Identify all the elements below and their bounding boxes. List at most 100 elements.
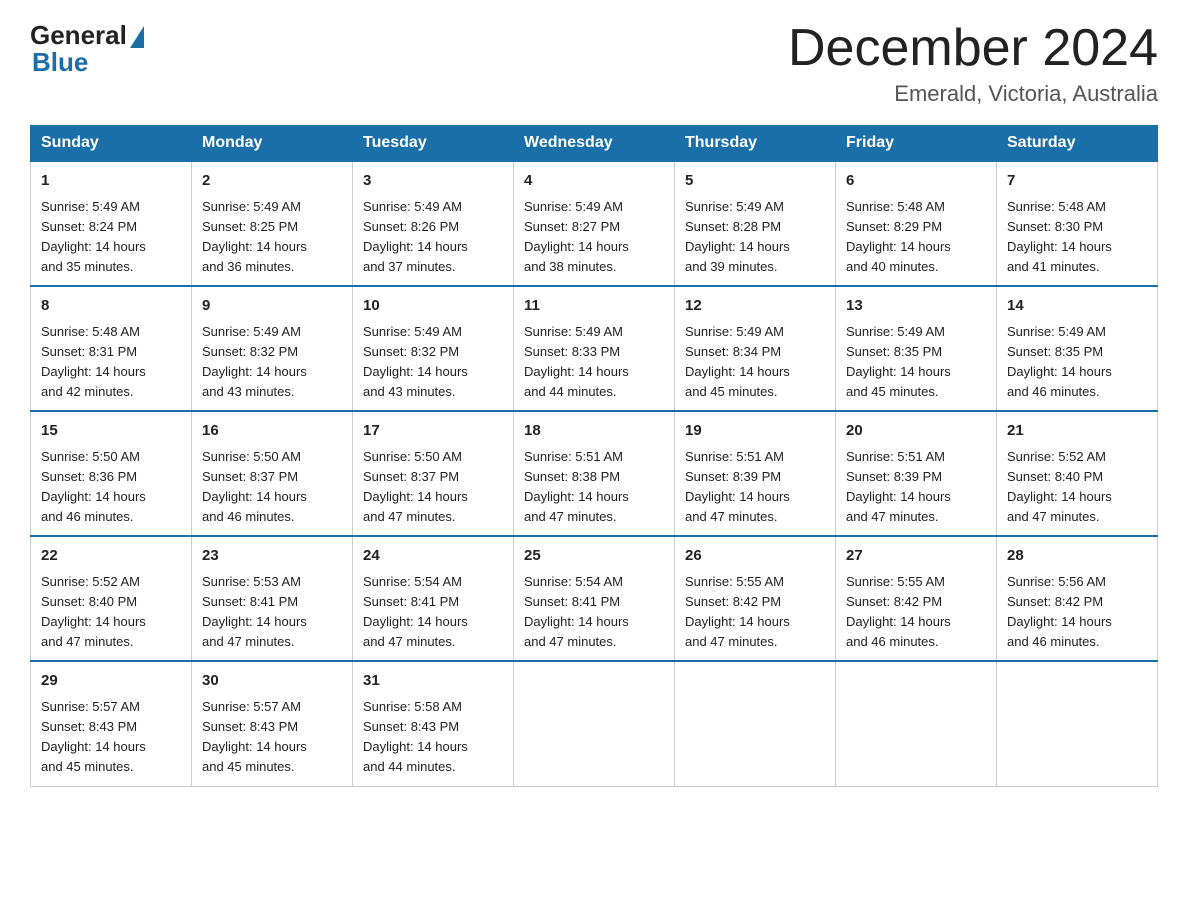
day-info: Sunrise: 5:50 AMSunset: 8:37 PMDaylight:… <box>363 447 503 528</box>
day-info: Sunrise: 5:49 AMSunset: 8:26 PMDaylight:… <box>363 197 503 278</box>
week-row-4: 22 Sunrise: 5:52 AMSunset: 8:40 PMDayligh… <box>31 536 1158 661</box>
day-cell: 18Sunrise: 5:51 AMSunset: 8:38 PMDayligh… <box>514 411 675 536</box>
day-cell: 17 Sunrise: 5:50 AMSunset: 8:37 PMDayligh… <box>353 411 514 536</box>
day-number: 1 <box>41 170 181 193</box>
header-saturday: Saturday <box>997 126 1158 162</box>
day-cell <box>836 661 997 786</box>
day-cell: 19 Sunrise: 5:51 AMSunset: 8:39 PMDayligh… <box>675 411 836 536</box>
day-number: 16 <box>202 420 342 443</box>
calendar-table: SundayMondayTuesdayWednesdayThursdayFrid… <box>30 125 1158 786</box>
week-row-1: 1 Sunrise: 5:49 AMSunset: 8:24 PMDaylight… <box>31 161 1158 286</box>
day-cell: 21 Sunrise: 5:52 AMSunset: 8:40 PMDayligh… <box>997 411 1158 536</box>
day-cell <box>675 661 836 786</box>
day-number: 19 <box>685 420 825 443</box>
day-number: 24 <box>363 545 503 568</box>
day-info: Sunrise: 5:48 AMSunset: 8:30 PMDaylight:… <box>1007 197 1147 278</box>
day-info: Sunrise: 5:56 AMSunset: 8:42 PMDaylight:… <box>1007 572 1147 653</box>
day-info: Sunrise: 5:49 AMSunset: 8:32 PMDaylight:… <box>202 322 342 403</box>
header-sunday: Sunday <box>31 126 192 162</box>
header-thursday: Thursday <box>675 126 836 162</box>
day-info: Sunrise: 5:51 AMSunset: 8:39 PMDaylight:… <box>846 447 986 528</box>
day-number: 18 <box>524 420 664 443</box>
day-number: 12 <box>685 295 825 318</box>
day-info: Sunrise: 5:49 AMSunset: 8:32 PMDaylight:… <box>363 322 503 403</box>
day-number: 4 <box>524 170 664 193</box>
day-info: Sunrise: 5:52 AMSunset: 8:40 PMDaylight:… <box>1007 447 1147 528</box>
day-info: Sunrise: 5:49 AMSunset: 8:25 PMDaylight:… <box>202 197 342 278</box>
day-cell: 9 Sunrise: 5:49 AMSunset: 8:32 PMDaylight… <box>192 286 353 411</box>
day-cell: 22 Sunrise: 5:52 AMSunset: 8:40 PMDayligh… <box>31 536 192 661</box>
day-info: Sunrise: 5:55 AMSunset: 8:42 PMDaylight:… <box>846 572 986 653</box>
day-cell: 25 Sunrise: 5:54 AMSunset: 8:41 PMDayligh… <box>514 536 675 661</box>
day-number: 3 <box>363 170 503 193</box>
day-info: Sunrise: 5:49 AMSunset: 8:33 PMDaylight:… <box>524 322 664 403</box>
day-number: 14 <box>1007 295 1147 318</box>
header-wednesday: Wednesday <box>514 126 675 162</box>
day-cell: 28 Sunrise: 5:56 AMSunset: 8:42 PMDayligh… <box>997 536 1158 661</box>
day-info: Sunrise: 5:49 AMSunset: 8:27 PMDaylight:… <box>524 197 664 278</box>
day-cell <box>514 661 675 786</box>
week-row-2: 8 Sunrise: 5:48 AMSunset: 8:31 PMDaylight… <box>31 286 1158 411</box>
day-number: 22 <box>41 545 181 568</box>
header-monday: Monday <box>192 126 353 162</box>
location-title: Emerald, Victoria, Australia <box>788 81 1158 107</box>
day-number: 10 <box>363 295 503 318</box>
day-cell: 15 Sunrise: 5:50 AMSunset: 8:36 PMDayligh… <box>31 411 192 536</box>
day-cell: 20Sunrise: 5:51 AMSunset: 8:39 PMDayligh… <box>836 411 997 536</box>
day-number: 25 <box>524 545 664 568</box>
day-number: 8 <box>41 295 181 318</box>
header-row: SundayMondayTuesdayWednesdayThursdayFrid… <box>31 126 1158 162</box>
day-info: Sunrise: 5:52 AMSunset: 8:40 PMDaylight:… <box>41 572 181 653</box>
header-tuesday: Tuesday <box>353 126 514 162</box>
day-number: 30 <box>202 670 342 693</box>
day-number: 7 <box>1007 170 1147 193</box>
day-info: Sunrise: 5:49 AMSunset: 8:28 PMDaylight:… <box>685 197 825 278</box>
day-info: Sunrise: 5:48 AMSunset: 8:29 PMDaylight:… <box>846 197 986 278</box>
title-block: December 2024 Emerald, Victoria, Austral… <box>788 20 1158 107</box>
calendar-header: SundayMondayTuesdayWednesdayThursdayFrid… <box>31 126 1158 162</box>
calendar-body: 1 Sunrise: 5:49 AMSunset: 8:24 PMDaylight… <box>31 161 1158 786</box>
day-number: 9 <box>202 295 342 318</box>
day-cell: 14 Sunrise: 5:49 AMSunset: 8:35 PMDayligh… <box>997 286 1158 411</box>
day-info: Sunrise: 5:49 AMSunset: 8:35 PMDaylight:… <box>1007 322 1147 403</box>
day-cell: 3 Sunrise: 5:49 AMSunset: 8:26 PMDaylight… <box>353 161 514 286</box>
week-row-5: 29Sunrise: 5:57 AMSunset: 8:43 PMDayligh… <box>31 661 1158 786</box>
day-info: Sunrise: 5:48 AMSunset: 8:31 PMDaylight:… <box>41 322 181 403</box>
day-info: Sunrise: 5:55 AMSunset: 8:42 PMDaylight:… <box>685 572 825 653</box>
day-info: Sunrise: 5:49 AMSunset: 8:34 PMDaylight:… <box>685 322 825 403</box>
logo-blue-text: Blue <box>32 47 88 78</box>
day-info: Sunrise: 5:57 AMSunset: 8:43 PMDaylight:… <box>41 697 181 778</box>
day-cell: 1 Sunrise: 5:49 AMSunset: 8:24 PMDaylight… <box>31 161 192 286</box>
day-info: Sunrise: 5:51 AMSunset: 8:39 PMDaylight:… <box>685 447 825 528</box>
logo-triangle-icon <box>130 26 144 48</box>
day-cell: 10 Sunrise: 5:49 AMSunset: 8:32 PMDayligh… <box>353 286 514 411</box>
day-number: 27 <box>846 545 986 568</box>
day-number: 6 <box>846 170 986 193</box>
day-cell: 11 Sunrise: 5:49 AMSunset: 8:33 PMDayligh… <box>514 286 675 411</box>
day-cell: 6 Sunrise: 5:48 AMSunset: 8:29 PMDaylight… <box>836 161 997 286</box>
day-cell: 13Sunrise: 5:49 AMSunset: 8:35 PMDayligh… <box>836 286 997 411</box>
day-number: 2 <box>202 170 342 193</box>
day-number: 28 <box>1007 545 1147 568</box>
day-info: Sunrise: 5:54 AMSunset: 8:41 PMDaylight:… <box>363 572 503 653</box>
day-cell: 12 Sunrise: 5:49 AMSunset: 8:34 PMDayligh… <box>675 286 836 411</box>
day-number: 15 <box>41 420 181 443</box>
day-info: Sunrise: 5:53 AMSunset: 8:41 PMDaylight:… <box>202 572 342 653</box>
day-info: Sunrise: 5:50 AMSunset: 8:36 PMDaylight:… <box>41 447 181 528</box>
day-cell: 26Sunrise: 5:55 AMSunset: 8:42 PMDayligh… <box>675 536 836 661</box>
day-info: Sunrise: 5:54 AMSunset: 8:41 PMDaylight:… <box>524 572 664 653</box>
day-cell: 29Sunrise: 5:57 AMSunset: 8:43 PMDayligh… <box>31 661 192 786</box>
week-row-3: 15 Sunrise: 5:50 AMSunset: 8:36 PMDayligh… <box>31 411 1158 536</box>
day-number: 11 <box>524 295 664 318</box>
day-info: Sunrise: 5:49 AMSunset: 8:24 PMDaylight:… <box>41 197 181 278</box>
day-cell: 8 Sunrise: 5:48 AMSunset: 8:31 PMDaylight… <box>31 286 192 411</box>
day-cell: 16 Sunrise: 5:50 AMSunset: 8:37 PMDayligh… <box>192 411 353 536</box>
day-info: Sunrise: 5:50 AMSunset: 8:37 PMDaylight:… <box>202 447 342 528</box>
day-info: Sunrise: 5:58 AMSunset: 8:43 PMDaylight:… <box>363 697 503 778</box>
day-cell: 5 Sunrise: 5:49 AMSunset: 8:28 PMDaylight… <box>675 161 836 286</box>
header-friday: Friday <box>836 126 997 162</box>
day-cell: 7 Sunrise: 5:48 AMSunset: 8:30 PMDaylight… <box>997 161 1158 286</box>
day-number: 17 <box>363 420 503 443</box>
day-number: 21 <box>1007 420 1147 443</box>
day-number: 5 <box>685 170 825 193</box>
